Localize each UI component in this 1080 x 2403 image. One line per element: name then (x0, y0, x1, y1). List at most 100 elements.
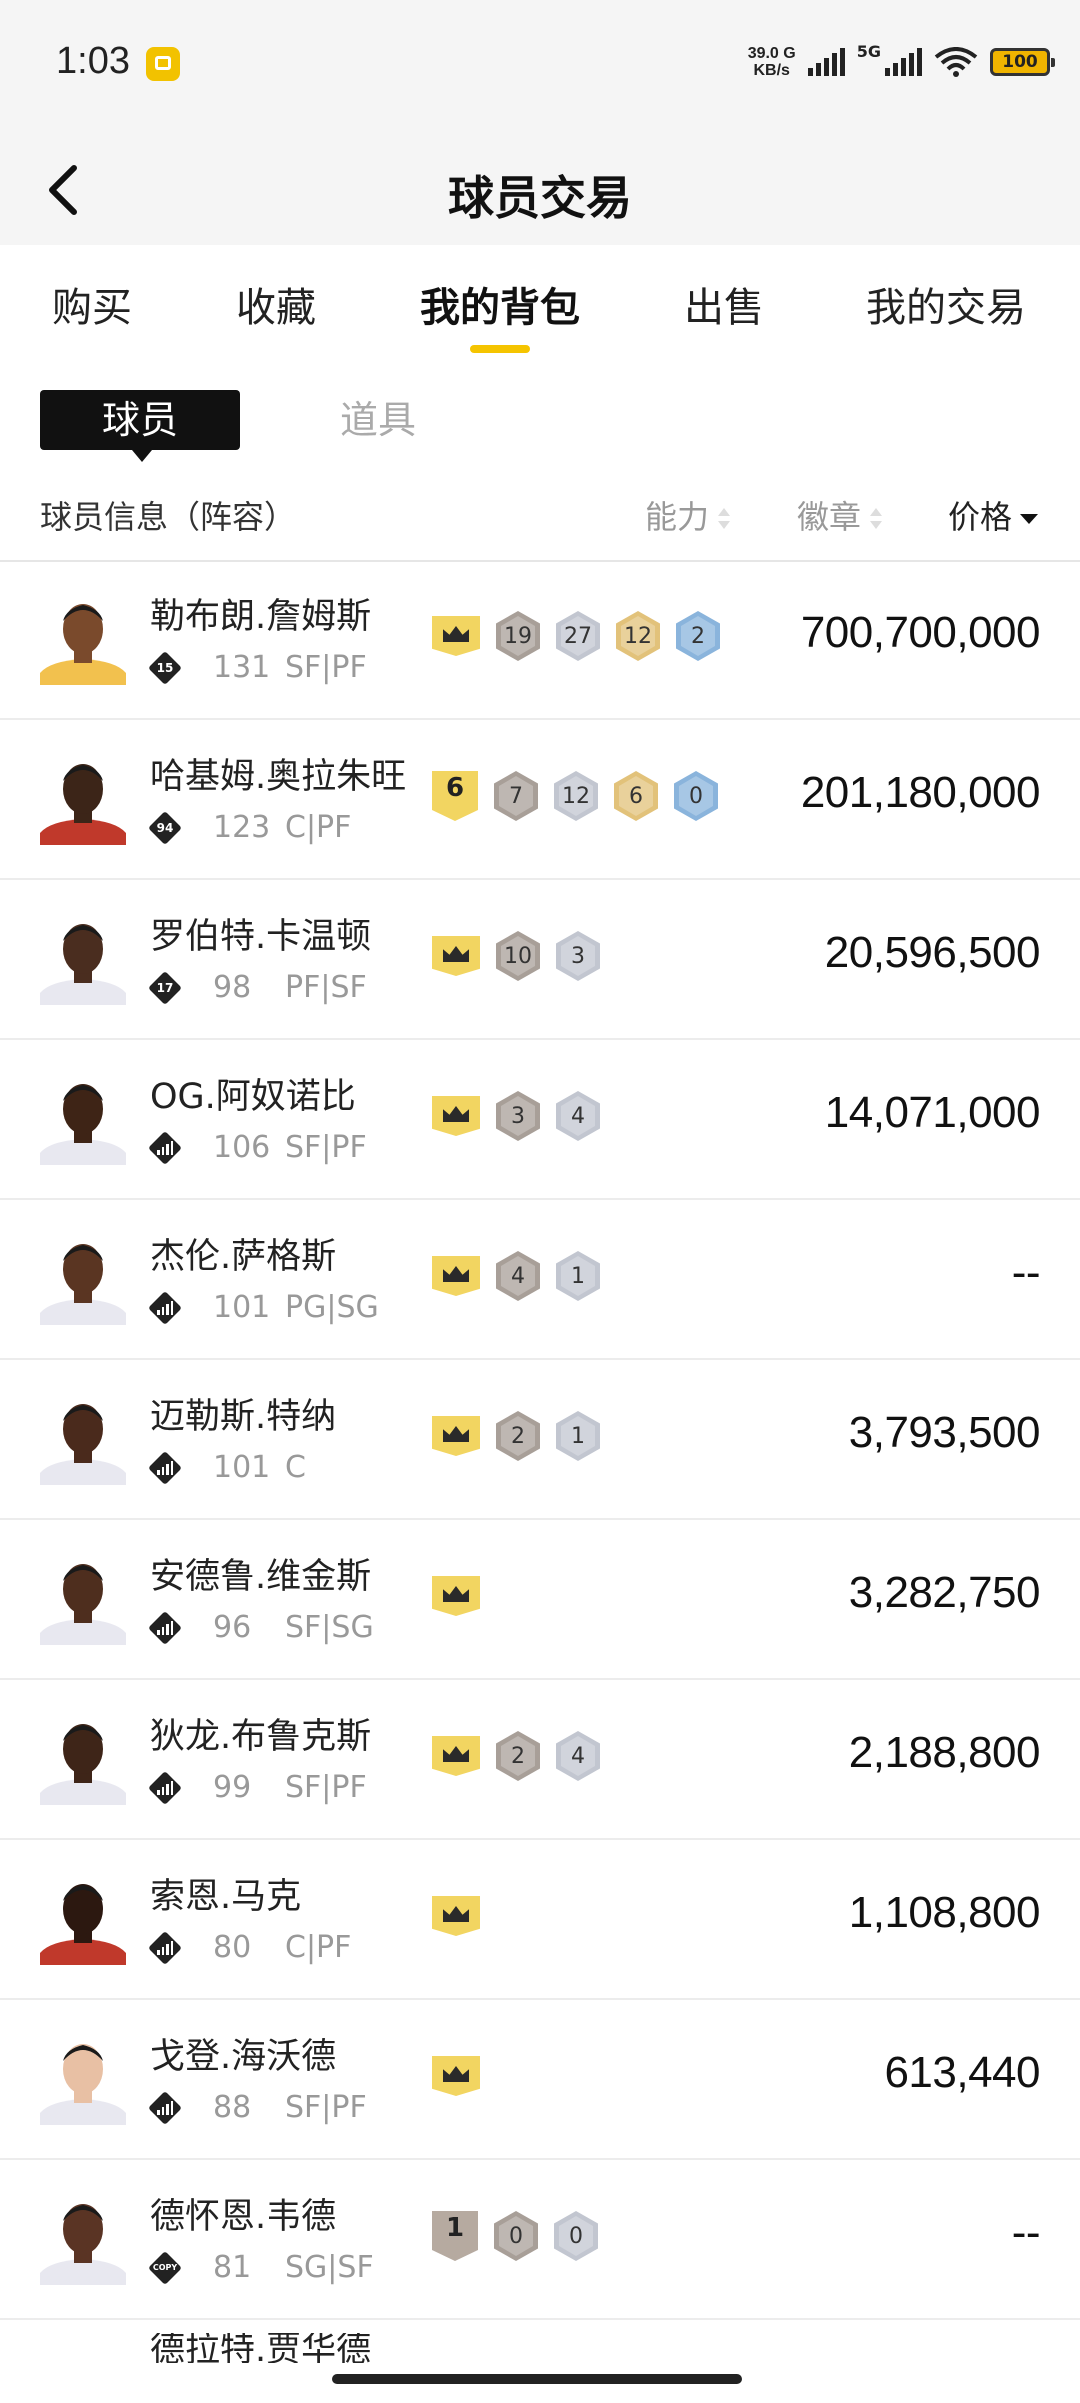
player-avatar (40, 1084, 126, 1165)
player-price: 613,440 (884, 2048, 1040, 2097)
silver-badge-icon: 1 (556, 1251, 600, 1301)
column-header: 球员信息（阵容） 能力 徽章 价格 (0, 470, 1080, 562)
main-tabs: 购买 收藏 我的背包 出售 我的交易 (0, 245, 1080, 360)
player-overall: 101 (213, 1290, 271, 1325)
silver-badge-icon: 4 (556, 1091, 600, 1141)
badge-count: 19 (504, 623, 532, 649)
tab-my-backpack[interactable]: 我的背包 (420, 275, 580, 333)
rank-icon (148, 2091, 182, 2125)
badge-count: 4 (571, 1103, 585, 1129)
badge-count: 6 (629, 783, 643, 809)
player-row[interactable]: 勒布朗.詹姆斯 15 131 SF|PF 19 27 12 2 700,700,000 (0, 560, 1080, 720)
player-overall: 99 (213, 1770, 252, 1805)
player-row[interactable]: 杰伦.萨格斯 101 PG|SG 4 1 -- (0, 1200, 1080, 1360)
player-row[interactable]: 狄龙.布鲁克斯 99 SF|PF 2 4 2,188,800 (0, 1680, 1080, 1840)
player-name: 狄龙.布鲁克斯 (150, 1717, 372, 1757)
subtab-players[interactable]: 球员 (40, 390, 240, 462)
player-position: PG|SG (285, 1290, 379, 1325)
player-avatar (40, 1244, 126, 1325)
player-position: SF|PF (285, 650, 367, 685)
crown-icon (432, 1256, 480, 1296)
rank-icon (148, 1291, 182, 1325)
badge-count: 3 (511, 1103, 525, 1129)
tab-favorites[interactable]: 收藏 (236, 275, 316, 333)
player-position: SF|PF (285, 1770, 367, 1805)
player-overall: 81 (213, 2250, 252, 2285)
signal-strength-icon (807, 48, 845, 76)
player-price: 20,596,500 (824, 928, 1041, 977)
rank-icon: 17 (148, 971, 182, 1005)
player-name: 哈基姆.奥拉朱旺 (150, 757, 407, 797)
player-price: 1,108,800 (848, 1888, 1041, 1937)
player-row[interactable]: 戈登.海沃德 88 SF|PF 613,440 (0, 2000, 1080, 2160)
silver-badge-icon: 3 (556, 931, 600, 981)
player-name: 德怀恩.韦德 (150, 2197, 337, 2237)
app-notification-icon (146, 47, 180, 81)
player-name: 安德鲁.维金斯 (150, 1557, 372, 1597)
badge-group: 34 (432, 1090, 600, 1142)
player-row[interactable]: 索恩.马克 80 C|PF 1,108,800 (0, 1840, 1080, 2000)
badge-count: 1 (571, 1263, 585, 1289)
rank-number: 94 (156, 821, 174, 835)
tab-buy[interactable]: 购买 (52, 275, 132, 333)
player-row[interactable]: 安德鲁.维金斯 96 SF|SG 3,282,750 (0, 1520, 1080, 1680)
player-row[interactable]: 罗伯特.卡温顿 17 98 PF|SF 10 3 20,596,500 (0, 880, 1080, 1040)
rank-number: 17 (156, 981, 174, 995)
player-name: 罗伯特.卡温顿 (150, 917, 372, 957)
player-avatar (40, 1404, 126, 1485)
sort-by-ability[interactable]: 能力 (645, 492, 731, 538)
page-title: 球员交易 (448, 171, 632, 225)
player-avatar (40, 1884, 126, 1965)
silver-badge-icon: 0 (554, 2211, 598, 2261)
player-price: 700,700,000 (800, 608, 1041, 657)
tab-sell[interactable]: 出售 (684, 275, 764, 333)
player-row[interactable]: 哈基姆.奥拉朱旺 94 123 C|PF 6 7 12 6 0 201,180,000 (0, 720, 1080, 880)
subtab-items[interactable]: 道具 (340, 390, 460, 450)
badge-count: 10 (504, 943, 532, 969)
app-header: 球员交易 (0, 130, 1080, 245)
crown-icon (432, 2056, 480, 2096)
bronze-badge-icon: 0 (494, 2211, 538, 2261)
bronze-badge-icon: 2 (496, 1411, 540, 1461)
player-name: 迈勒斯.特纳 (150, 1397, 337, 1437)
badge-group (432, 1570, 480, 1622)
sort-arrows-icon (869, 508, 883, 530)
crown-icon (432, 1896, 480, 1936)
sort-by-badges[interactable]: 徽章 (797, 492, 883, 538)
player-avatar (40, 1564, 126, 1645)
player-row[interactable]: OG.阿奴诺比 106 SF|PF 3 4 14,071,000 (0, 1040, 1080, 1200)
gold-badge-icon: 6 (614, 771, 658, 821)
home-indicator[interactable] (332, 2374, 742, 2384)
bronze-badge-icon: 2 (496, 1731, 540, 1781)
player-price: 3,282,750 (848, 1568, 1041, 1617)
player-avatar (40, 2204, 126, 2285)
tab-my-trades[interactable]: 我的交易 (866, 275, 1026, 333)
player-overall: 80 (213, 1930, 252, 1965)
player-position: C (285, 1450, 306, 1485)
player-position: SG|SF (285, 2250, 374, 2285)
player-position: PF|SF (285, 970, 367, 1005)
network-type-label: 5G (856, 42, 881, 61)
badge-count: 27 (564, 623, 592, 649)
signal-strength-2-icon (885, 48, 922, 76)
badge-count: 1 (571, 1423, 585, 1449)
sort-by-price[interactable]: 价格 (948, 492, 1039, 538)
player-position: SF|PF (285, 1130, 367, 1165)
crown-icon (432, 1576, 480, 1616)
badge-group: 6 7 12 6 0 (432, 770, 718, 822)
player-overall: 131 (213, 650, 271, 685)
badge-count: 12 (624, 623, 652, 649)
player-price: 3,793,500 (848, 1408, 1041, 1457)
bronze-badge-icon: 3 (496, 1091, 540, 1141)
badge-count: 3 (571, 943, 585, 969)
player-row[interactable]: 德怀恩.韦德 COPY 81 SG|SF 1 0 0 -- (0, 2160, 1080, 2320)
player-overall: 98 (213, 970, 252, 1005)
silver-badge-icon: 12 (554, 771, 598, 821)
player-position: SF|SG (285, 1610, 374, 1645)
silver-badge-icon: 1 (556, 1411, 600, 1461)
player-row[interactable]: 迈勒斯.特纳 101 C 2 1 3,793,500 (0, 1360, 1080, 1520)
network-speed: 39.0 G KB/s (747, 45, 796, 79)
player-name: OG.阿奴诺比 (150, 1077, 356, 1117)
player-name: 戈登.海沃德 (150, 2037, 337, 2077)
bronze-badge-icon: 19 (496, 611, 540, 661)
